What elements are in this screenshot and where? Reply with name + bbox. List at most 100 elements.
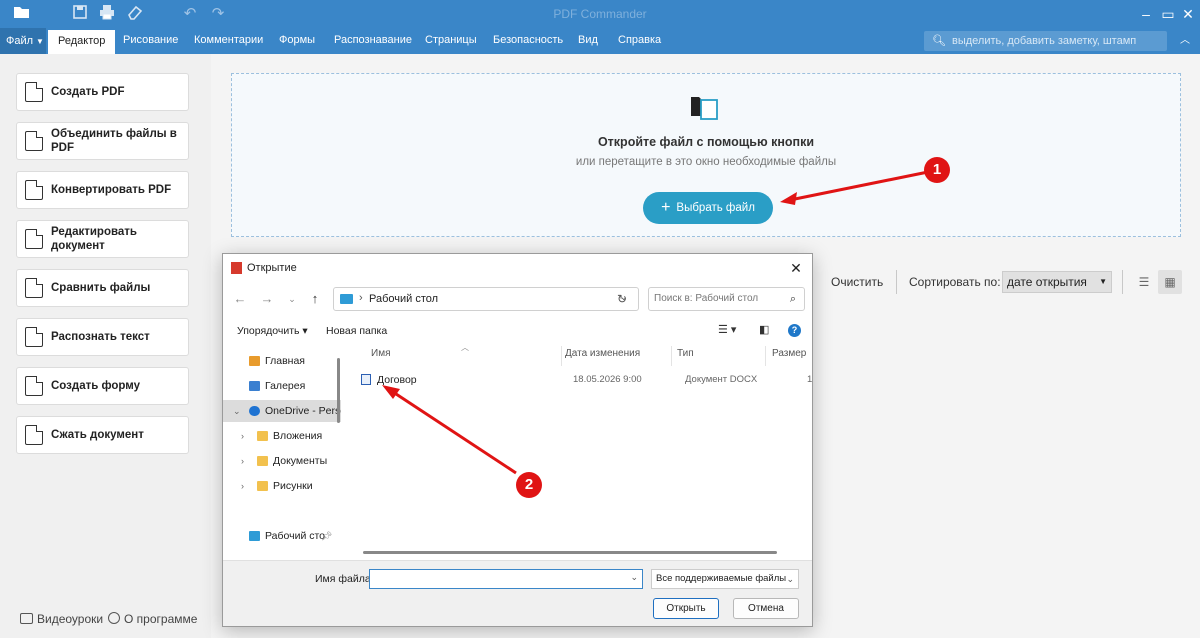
sort-select[interactable]: дате открытия ▼ <box>1002 271 1112 293</box>
filename-input[interactable]: ⌄ <box>369 569 643 589</box>
column-type[interactable]: Тип <box>677 348 694 359</box>
tree-scrollbar[interactable] <box>337 358 340 423</box>
column-divider <box>765 346 766 366</box>
compress-icon <box>25 425 43 445</box>
column-size[interactable]: Размер <box>772 348 806 359</box>
new-folder-button[interactable]: Новая папка <box>326 325 387 337</box>
chevron-right-icon[interactable]: › <box>241 425 244 447</box>
desktop-icon <box>249 531 260 541</box>
column-divider <box>561 346 562 366</box>
tab-comments[interactable]: Комментарии <box>194 28 263 54</box>
edit-document-label: Редактировать документ <box>51 226 137 252</box>
edit-document-icon <box>25 229 43 249</box>
tab-security[interactable]: Безопасность <box>493 28 563 54</box>
search-input[interactable]: 🔍︎ выделить, добавить заметку, штамп <box>924 31 1167 51</box>
list-view-icon[interactable]: ☰ <box>1132 270 1156 294</box>
compress-document-button[interactable]: Сжать документ <box>16 416 189 454</box>
close-icon[interactable]: ✕ <box>1178 4 1198 24</box>
dialog-toolbar: Упорядочить ▾ Новая папка ☰ ▾ ◧ ? <box>223 318 812 344</box>
file-menu-label: Файл <box>6 35 34 47</box>
cancel-button[interactable]: Отмена <box>733 598 799 619</box>
tree-item-gallery[interactable]: Галерея <box>223 375 341 397</box>
create-pdf-button[interactable]: Создать PDF <box>16 73 189 111</box>
desktop-icon <box>340 294 353 304</box>
tree-item-desktop[interactable]: Рабочий сто 📌︎ <box>223 525 341 547</box>
up-icon[interactable]: ↑ <box>306 290 324 308</box>
column-date[interactable]: Дата изменения <box>565 348 640 359</box>
docx-file-icon <box>361 374 371 385</box>
compare-files-button[interactable]: Сравнить файлы <box>16 269 189 307</box>
help-icon[interactable]: ? <box>788 324 801 337</box>
dialog-search-input[interactable]: Поиск в: Рабочий стол ⌕ <box>648 287 805 311</box>
cloud-icon <box>249 406 260 416</box>
file-size: 15 <box>807 374 812 385</box>
preview-pane-icon[interactable]: ◧ <box>759 323 769 336</box>
create-form-button[interactable]: Создать форму <box>16 367 189 405</box>
chevron-up-icon: ︿ <box>461 343 469 352</box>
refresh-icon[interactable]: ↻ <box>617 292 627 306</box>
tab-drawing[interactable]: Рисование <box>123 28 178 54</box>
tab-view[interactable]: Вид <box>578 28 598 54</box>
path-text: Рабочий стол <box>369 293 439 305</box>
column-name[interactable]: Имя <box>371 348 390 359</box>
chevron-down-icon[interactable]: ⌄ <box>630 572 638 583</box>
chevron-down-icon[interactable]: ⌄ <box>233 400 241 422</box>
open-button[interactable]: Открыть <box>653 598 719 619</box>
tree-item-label: Главная <box>265 355 305 367</box>
close-icon[interactable]: ✕ <box>786 258 806 278</box>
dialog-search-placeholder: Поиск в: Рабочий стол <box>654 293 759 304</box>
chevron-up-icon[interactable]: ︿ <box>1176 31 1194 51</box>
tree-item-attachments[interactable]: › Вложения <box>223 425 341 447</box>
tree-item-onedrive[interactable]: ⌄ OneDrive - Perso <box>223 400 341 422</box>
tree-item-home[interactable]: Главная <box>223 350 341 372</box>
column-divider <box>671 346 672 366</box>
restore-icon[interactable]: ▭ <box>1158 4 1178 24</box>
path-bar[interactable]: › Рабочий стол ⌄ <box>333 287 639 311</box>
about-link[interactable]: О программе <box>108 612 197 626</box>
tree-item-pictures[interactable]: › Рисунки <box>223 475 341 497</box>
dialog-title-bar: Открытие ✕ <box>223 254 812 282</box>
chevron-down-icon[interactable]: ⌄ <box>283 290 301 308</box>
search-icon: 🔍︎ <box>932 35 946 47</box>
tab-pages[interactable]: Страницы <box>425 28 477 54</box>
chevron-right-icon[interactable]: › <box>241 475 244 497</box>
form-icon <box>25 376 43 396</box>
tab-help[interactable]: Справка <box>618 28 661 54</box>
open-file-dialog: Открытие ✕ ← → ⌄ ↑ › Рабочий стол ⌄ ↻ По… <box>222 253 813 627</box>
edit-document-button[interactable]: Редактировать документ <box>16 220 189 258</box>
tab-forms[interactable]: Формы <box>279 28 315 54</box>
forward-icon[interactable]: → <box>258 290 276 308</box>
file-menu-button[interactable]: Файл ▼ <box>0 28 46 54</box>
file-plus-icon <box>25 82 43 102</box>
folder-icon <box>257 431 268 441</box>
chevron-down-icon: ▼ <box>36 37 44 46</box>
organize-button[interactable]: Упорядочить ▾ <box>237 325 308 337</box>
file-type: Документ DOCX <box>685 374 758 385</box>
dialog-nav-row: ← → ⌄ ↑ › Рабочий стол ⌄ ↻ Поиск в: Рабо… <box>223 282 812 318</box>
convert-pdf-button[interactable]: Конвертировать PDF <box>16 171 189 209</box>
tab-editor[interactable]: Редактор <box>48 28 116 54</box>
compress-document-label: Сжать документ <box>51 429 144 441</box>
file-row[interactable]: Договор 18.05.2026 9:00 Документ DOCX 15 <box>359 372 812 390</box>
home-icon <box>249 356 260 366</box>
choose-file-button[interactable]: + Выбрать файл <box>643 192 773 224</box>
clear-button[interactable]: Очистить <box>831 270 883 294</box>
recognize-text-button[interactable]: Распознать текст <box>16 318 189 356</box>
app-icon <box>231 262 242 274</box>
tab-recognition[interactable]: Распознавание <box>334 28 412 54</box>
tree-item-label: Вложения <box>273 430 323 442</box>
pin-icon: 📌︎ <box>321 531 333 541</box>
dialog-title: Открытие <box>247 262 297 274</box>
merge-files-button[interactable]: Объединить файлы в PDF <box>16 122 189 160</box>
file-type-filter[interactable]: Все поддерживаемые файлы ⌄ <box>651 569 799 589</box>
tree-item-label: Документы <box>273 455 328 467</box>
tree-item-documents[interactable]: › Документы <box>223 450 341 472</box>
minimize-icon[interactable]: – <box>1136 4 1156 24</box>
view-options-icon[interactable]: ☰ ▾ <box>718 323 736 336</box>
title-bar: ↶ ↷ PDF Commander – ▭ ✕ <box>0 0 1200 28</box>
horizontal-scrollbar[interactable] <box>363 551 777 554</box>
back-icon[interactable]: ← <box>231 290 249 308</box>
chevron-right-icon[interactable]: › <box>241 450 244 472</box>
video-tutorials-link[interactable]: Видеоуроки <box>20 612 103 626</box>
grid-view-icon[interactable]: ▦ <box>1158 270 1182 294</box>
